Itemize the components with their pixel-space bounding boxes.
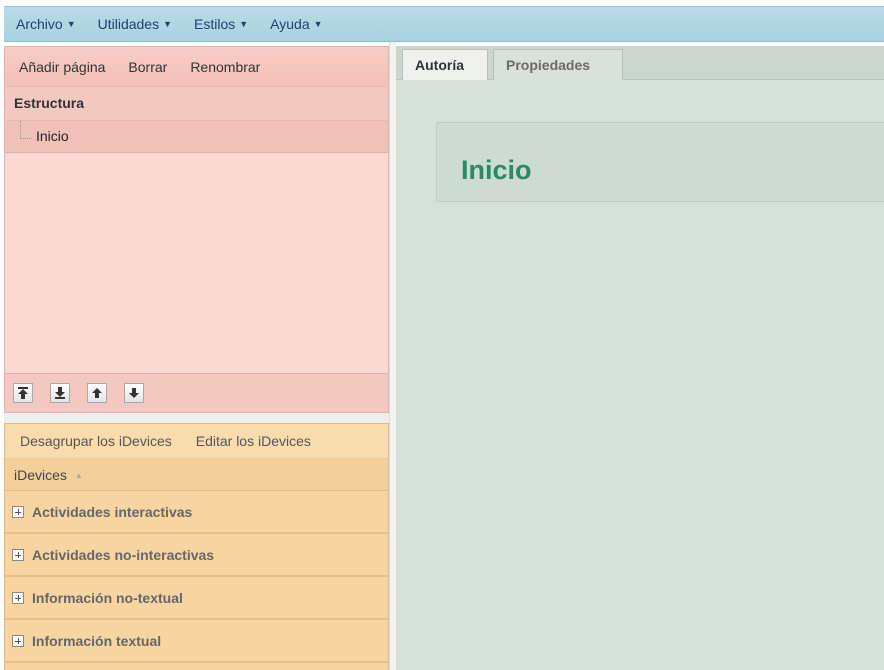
- page-title: Inicio: [461, 155, 532, 185]
- category-label: Actividades no-interactivas: [32, 546, 215, 563]
- category-label: Información no-textual: [32, 589, 183, 606]
- caret-up-icon: ▲: [74, 471, 83, 480]
- panel-splitter[interactable]: [4, 413, 389, 423]
- move-up-icon: [92, 388, 102, 398]
- idevices-panel: Desagrupar los iDevices Editar los iDevi…: [4, 423, 389, 670]
- menu-archivo-label: Archivo: [16, 16, 63, 32]
- menu-bar: Archivo ▼ Utilidades ▼ Estilos ▼ Ayuda ▼: [4, 6, 884, 42]
- tab-bar: Autoría Propiedades: [396, 46, 884, 80]
- tree-node-inicio[interactable]: Inicio: [5, 121, 388, 153]
- expand-icon: [12, 591, 24, 604]
- tab-autoria[interactable]: Autoría: [402, 49, 488, 80]
- caret-down-icon: ▼: [66, 19, 76, 29]
- caret-down-icon: ▼: [313, 19, 323, 29]
- category-label: Actividades interactivas: [32, 503, 193, 520]
- idevices-header[interactable]: iDevices ▲: [5, 459, 388, 491]
- caret-down-icon: ▼: [163, 19, 173, 29]
- caret-down-icon: ▼: [239, 19, 249, 29]
- move-down-button[interactable]: [124, 383, 144, 403]
- expand-icon: [12, 505, 24, 518]
- menu-ayuda-label: Ayuda: [270, 16, 310, 32]
- delete-page-button[interactable]: Borrar: [128, 59, 167, 75]
- menu-estilos-label: Estilos: [194, 16, 236, 32]
- structure-nav-bar: [5, 373, 388, 412]
- move-up-button[interactable]: [87, 383, 107, 403]
- expand-icon: [12, 548, 24, 561]
- idevices-header-label: iDevices: [14, 467, 67, 483]
- category-informacion-no-textual[interactable]: Información no-textual: [5, 577, 388, 620]
- tree-node-label: Inicio: [36, 128, 69, 144]
- menu-utilidades-label: Utilidades: [97, 16, 160, 32]
- rename-page-button[interactable]: Renombrar: [190, 59, 260, 75]
- move-bottom-icon: [55, 387, 65, 399]
- expand-icon: [12, 634, 24, 647]
- menu-estilos[interactable]: Estilos ▼: [194, 16, 248, 32]
- move-top-button[interactable]: [13, 383, 33, 403]
- add-page-button[interactable]: Añadir página: [19, 59, 105, 75]
- page-title-box: Inicio: [436, 122, 884, 202]
- ungroup-idevices-button[interactable]: Desagrupar los iDevices: [20, 433, 172, 449]
- structure-toolbar: Añadir página Borrar Renombrar: [5, 47, 388, 87]
- idevices-toolbar: Desagrupar los iDevices Editar los iDevi…: [5, 424, 388, 459]
- category-actividades-no-interactivas[interactable]: Actividades no-interactivas: [5, 534, 388, 577]
- structure-header: Estructura: [5, 87, 388, 121]
- vertical-splitter[interactable]: [389, 42, 396, 670]
- tree-connector: [20, 121, 32, 139]
- category-actividades-interactivas[interactable]: Actividades interactivas: [5, 491, 388, 534]
- move-down-icon: [129, 388, 139, 398]
- menu-ayuda[interactable]: Ayuda ▼: [270, 16, 322, 32]
- menu-archivo[interactable]: Archivo ▼: [16, 16, 76, 32]
- menu-utilidades[interactable]: Utilidades ▼: [98, 16, 172, 32]
- category-label: Información textual: [32, 632, 162, 649]
- structure-panel: Añadir página Borrar Renombrar Estructur…: [4, 46, 389, 413]
- category-informacion-textual[interactable]: Información textual: [5, 620, 388, 663]
- authoring-content: Inicio: [396, 80, 884, 670]
- move-bottom-button[interactable]: [50, 383, 70, 403]
- tab-propiedades[interactable]: Propiedades: [493, 49, 623, 80]
- move-top-icon: [18, 387, 28, 399]
- edit-idevices-button[interactable]: Editar los iDevices: [196, 433, 311, 449]
